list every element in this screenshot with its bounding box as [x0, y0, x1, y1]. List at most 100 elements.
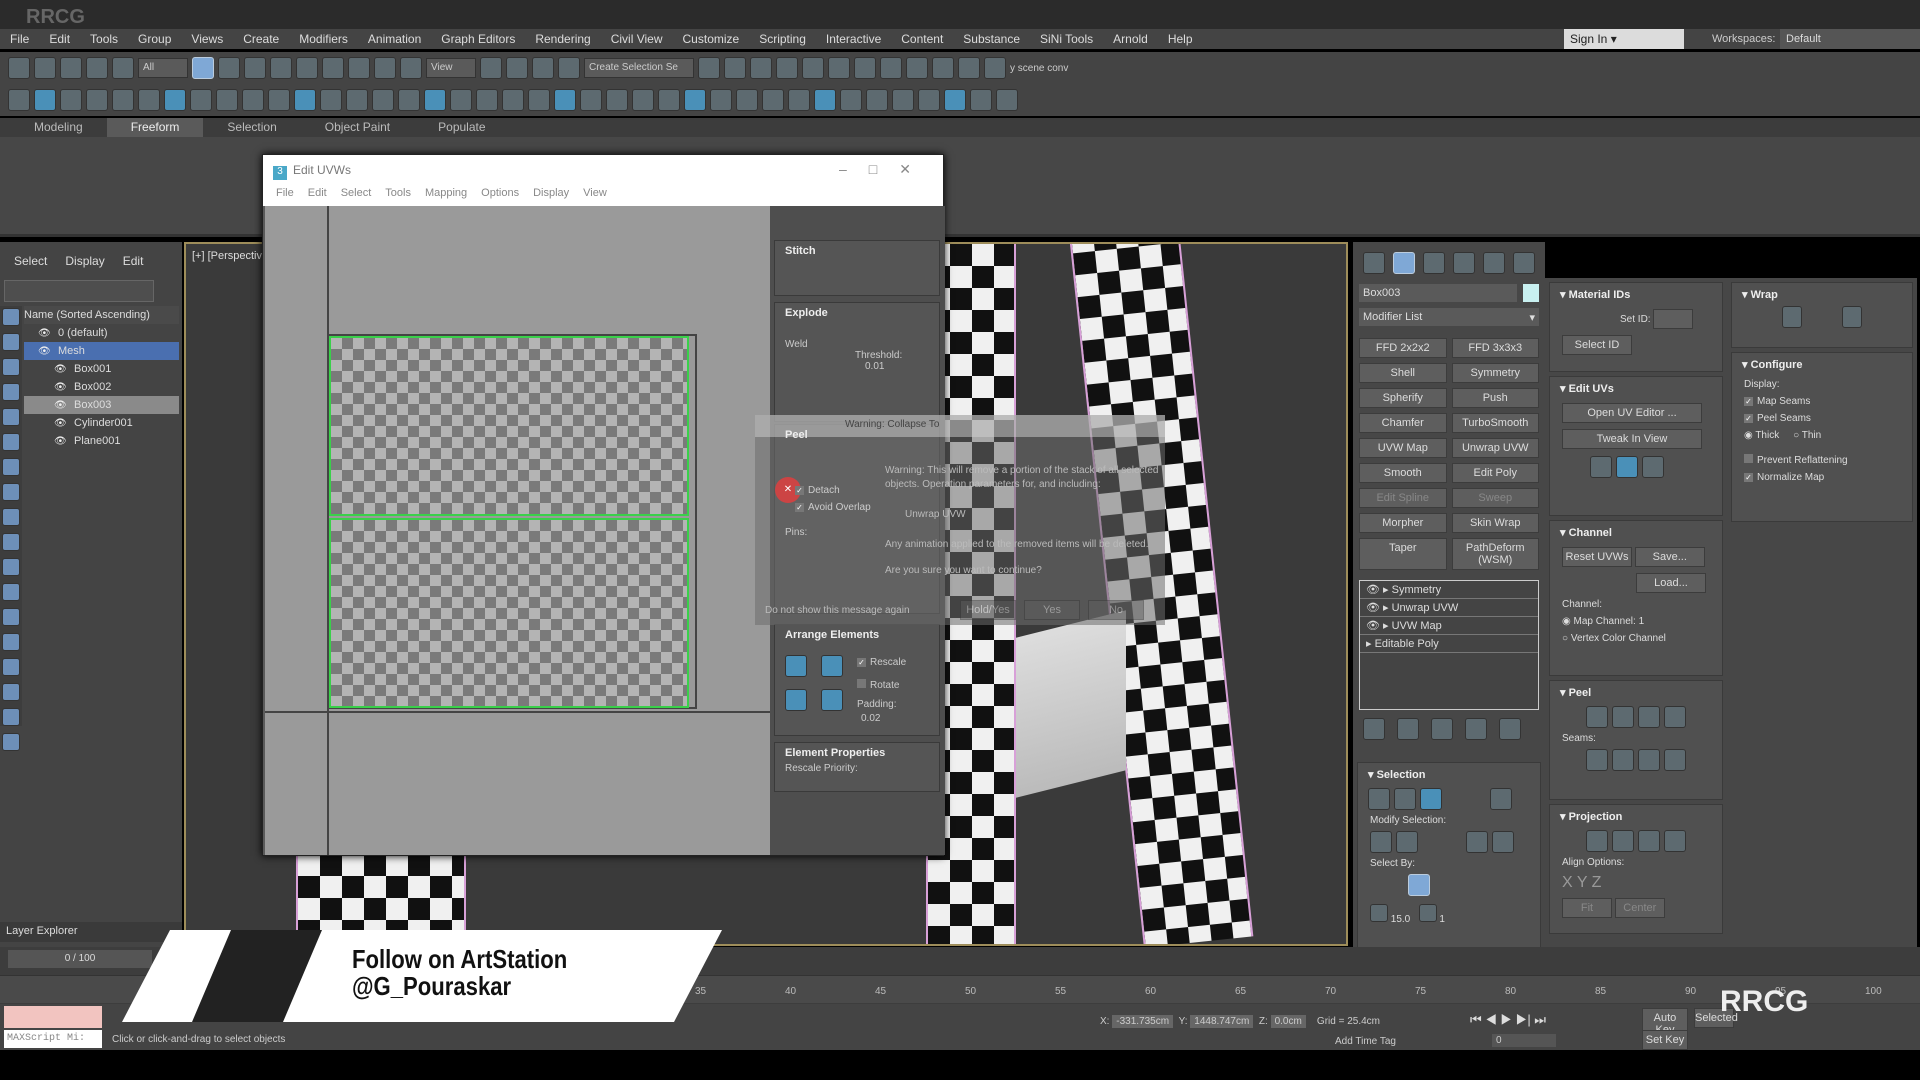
capsule-icon[interactable]	[320, 89, 342, 111]
bulb-icon[interactable]	[632, 89, 654, 111]
uv-canvas[interactable]	[265, 206, 770, 855]
visibility-eye-icon[interactable]: 👁	[54, 418, 67, 429]
ribbon-tab-modeling[interactable]: Modeling	[10, 118, 107, 137]
selection-title[interactable]: Selection	[1377, 769, 1426, 781]
explorer-filter-icon[interactable]	[2, 533, 20, 551]
peel-title[interactable]: Peel	[785, 429, 808, 441]
monitor-icon[interactable]	[840, 89, 862, 111]
peel-title[interactable]: Peel	[1569, 687, 1592, 699]
box-map-icon[interactable]	[1664, 830, 1686, 852]
modifier-button[interactable]: Skin Wrap	[1451, 513, 1539, 533]
torus-icon[interactable]	[216, 89, 238, 111]
modifier-button[interactable]: Edit Spline	[1359, 488, 1447, 508]
workspace-dropdown[interactable]: Default	[1780, 29, 1920, 49]
toggle-ribbon-icon[interactable]	[776, 57, 798, 79]
cylinder2-icon[interactable]	[788, 89, 810, 111]
ribbon-tab-object-paint[interactable]: Object Paint	[301, 118, 414, 137]
visibility-eye-icon[interactable]: 👁	[54, 364, 67, 375]
menu-interactive[interactable]: Interactive	[816, 32, 891, 46]
object-name-input[interactable]: Box003	[1359, 284, 1517, 302]
spinner-snap-icon[interactable]	[532, 57, 554, 79]
warning-button-yes[interactable]: Yes	[1024, 600, 1080, 620]
modifier-button[interactable]: PathDeform (WSM)	[1451, 538, 1539, 570]
x-coord[interactable]: -331.735cm	[1112, 1015, 1174, 1028]
align-icon[interactable]	[724, 57, 746, 79]
configure-sets-icon[interactable]	[1499, 718, 1521, 740]
menu-views[interactable]: Views	[181, 32, 233, 46]
menu-scripting[interactable]: Scripting	[749, 32, 816, 46]
visibility-eye-icon[interactable]: 👁	[38, 346, 51, 357]
quick-peel-icon[interactable]	[1586, 706, 1608, 728]
camera-icon[interactable]	[112, 89, 134, 111]
explorer-filter-icon[interactable]	[2, 633, 20, 651]
tree-item[interactable]: 👁 Box001	[24, 360, 179, 378]
pipe-icon[interactable]	[762, 89, 784, 111]
paint-icon[interactable]	[372, 89, 394, 111]
edit-named-sel-icon[interactable]	[558, 57, 580, 79]
padding-spinner[interactable]: 0.02	[861, 713, 880, 724]
render-iterative-icon[interactable]	[984, 57, 1006, 79]
uv-shell-top[interactable]	[329, 336, 689, 516]
menu-sini-tools[interactable]: SiNi Tools	[1030, 32, 1103, 46]
element-properties-rollout[interactable]: Element Properties Rescale Priority:	[774, 742, 940, 792]
selection-filter-dropdown[interactable]: All	[138, 58, 188, 78]
uv-menu-display[interactable]: Display	[526, 184, 576, 206]
menu-tools[interactable]: Tools	[80, 32, 128, 46]
seams-to-edge-icon[interactable]	[1638, 749, 1660, 771]
scale-icon[interactable]	[348, 57, 370, 79]
uv-menu-mapping[interactable]: Mapping	[418, 184, 474, 206]
menu-create[interactable]: Create	[233, 32, 289, 46]
render-view-icon[interactable]	[528, 89, 550, 111]
pattern-icon[interactable]	[346, 89, 368, 111]
vertex-select-icon[interactable]	[1368, 788, 1390, 810]
bind-spacewarp-icon[interactable]	[112, 57, 134, 79]
explorer-filter-icon[interactable]	[2, 433, 20, 451]
remove-modifier-icon[interactable]	[1465, 718, 1487, 740]
explode-title[interactable]: Explode	[775, 303, 939, 323]
pelt-map-icon[interactable]	[1664, 706, 1686, 728]
select-element-icon[interactable]	[1490, 788, 1512, 810]
modifier-button[interactable]: Push	[1451, 388, 1539, 408]
select-by-element-icon[interactable]	[1408, 874, 1430, 896]
select-by-smoothing-icon[interactable]	[1418, 904, 1437, 922]
render-setup-icon[interactable]	[906, 57, 928, 79]
tree-item[interactable]: 👁 Mesh	[24, 342, 179, 360]
explorer-filter-icon[interactable]	[2, 308, 20, 326]
explorer-filter-icon[interactable]	[2, 333, 20, 351]
expand-to-seams-icon[interactable]	[1664, 749, 1686, 771]
chart-icon[interactable]	[580, 89, 602, 111]
tripod-icon[interactable]	[398, 89, 420, 111]
window-crossing-icon[interactable]	[270, 57, 292, 79]
explorer-filter-icon[interactable]	[2, 383, 20, 401]
angle-spinner[interactable]: 15.0	[1391, 914, 1410, 925]
ring-icon[interactable]	[1492, 831, 1514, 853]
modifier-button[interactable]: Smooth	[1359, 463, 1447, 483]
plant-icon[interactable]	[450, 89, 472, 111]
star-icon[interactable]	[658, 89, 680, 111]
avoid-overlap-checkbox[interactable]: Avoid Overlap	[808, 502, 871, 513]
modifier-button[interactable]: Symmetry	[1451, 363, 1539, 383]
render-icon[interactable]	[958, 57, 980, 79]
uv-shell-bottom[interactable]	[329, 518, 689, 708]
map-seams-checkbox[interactable]: Map Seams	[1757, 396, 1810, 407]
material-ids-title[interactable]: Material IDs	[1569, 289, 1631, 301]
tree-item[interactable]: 👁 Box002	[24, 378, 179, 396]
hierarchy-tab-icon[interactable]	[1423, 252, 1445, 274]
explorer-filter-icon[interactable]	[2, 583, 20, 601]
motion-tab-icon[interactable]	[1453, 252, 1475, 274]
menu-arnold[interactable]: Arnold	[1103, 32, 1158, 46]
modifier-button[interactable]: UVW Map	[1359, 438, 1447, 458]
helper-icon[interactable]	[138, 89, 160, 111]
explorer-filter-icon[interactable]	[2, 483, 20, 501]
quick-planar-icon[interactable]	[1616, 456, 1638, 478]
peel-mode-icon[interactable]	[1612, 706, 1634, 728]
select-by-name-icon[interactable]	[218, 57, 240, 79]
explorer-filter-icon[interactable]	[2, 558, 20, 576]
undo-icon[interactable]	[8, 57, 30, 79]
box2-icon[interactable]	[892, 89, 914, 111]
cone-icon[interactable]	[268, 89, 290, 111]
rendered-frame-icon[interactable]	[932, 57, 954, 79]
point-to-point-seam-icon[interactable]	[1586, 749, 1608, 771]
cluster-icon[interactable]	[918, 89, 940, 111]
thick-radio[interactable]: Thick	[1755, 430, 1779, 441]
